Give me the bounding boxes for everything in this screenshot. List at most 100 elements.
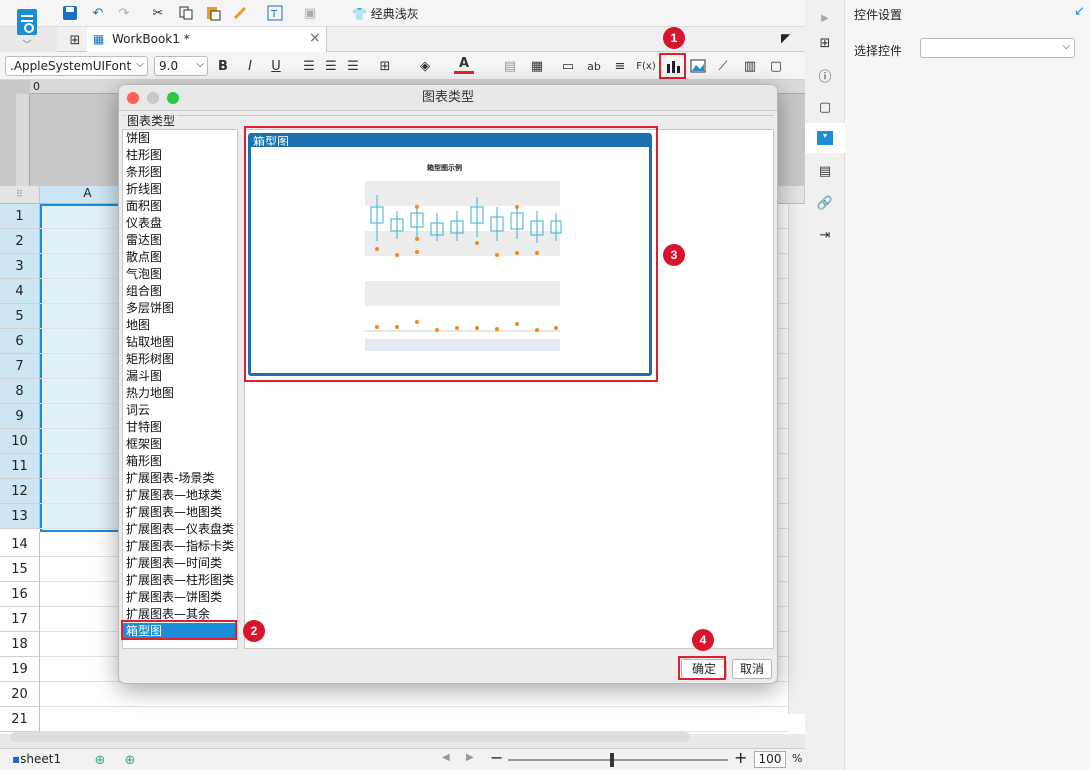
- formula-button[interactable]: F(x): [634, 56, 658, 76]
- fill-color-icon[interactable]: ◈: [415, 56, 435, 76]
- chart-type-item[interactable]: 扩展图表—指标卡类: [123, 538, 237, 555]
- chart-type-item[interactable]: 气泡图: [123, 266, 237, 283]
- align-left-icon[interactable]: ☰: [299, 56, 319, 76]
- row-header[interactable]: 19: [0, 657, 40, 682]
- row-header[interactable]: 3: [0, 254, 40, 279]
- add-sheet-icon[interactable]: ⊕: [90, 750, 110, 770]
- chart-type-item[interactable]: 甘特图: [123, 419, 237, 436]
- chart-type-item[interactable]: 箱形图: [123, 453, 237, 470]
- chart-type-item[interactable]: 扩展图表—饼图类: [123, 589, 237, 606]
- add-report-icon[interactable]: ⊕: [120, 750, 140, 770]
- collapse-icon[interactable]: ↙: [1074, 4, 1085, 19]
- row-header[interactable]: 9: [0, 404, 40, 429]
- chart-type-item[interactable]: 多层饼图: [123, 300, 237, 317]
- stack-icon[interactable]: ▤: [815, 161, 835, 181]
- chart-type-item[interactable]: 组合图: [123, 283, 237, 300]
- cancel-button[interactable]: 取消: [732, 659, 772, 679]
- chart-type-item[interactable]: 柱形图: [123, 147, 237, 164]
- link-icon[interactable]: 🔗: [815, 193, 835, 213]
- diagonal-icon[interactable]: ⟋: [713, 56, 733, 76]
- redo-icon[interactable]: ↷: [114, 3, 134, 23]
- underline-button[interactable]: U: [266, 56, 286, 76]
- tab-menu-icon[interactable]: ◤: [781, 31, 790, 45]
- chart-type-item[interactable]: 扩展图表—地球类: [123, 487, 237, 504]
- minimize-window-icon[interactable]: [147, 92, 159, 104]
- row-header[interactable]: 11: [0, 454, 40, 479]
- zoom-slider[interactable]: [508, 753, 728, 767]
- layout-icon[interactable]: ⊞: [815, 33, 835, 53]
- row-header[interactable]: 12: [0, 479, 40, 504]
- font-select[interactable]: .AppleSystemUIFont ⌵: [5, 56, 148, 76]
- merge-icon[interactable]: ▤: [500, 56, 520, 76]
- row-header[interactable]: 18: [0, 632, 40, 657]
- chart-type-item[interactable]: 扩展图表—地图类: [123, 504, 237, 521]
- row-header[interactable]: 10: [0, 429, 40, 454]
- line-icon[interactable]: ▭: [558, 56, 578, 76]
- sheet-tab[interactable]: ▪sheet1: [12, 752, 61, 766]
- corner-cell[interactable]: ⠿: [0, 186, 40, 204]
- text-color-icon[interactable]: A: [454, 56, 474, 74]
- row-header[interactable]: 7: [0, 354, 40, 379]
- row-header[interactable]: 15: [0, 557, 40, 582]
- paste-icon[interactable]: [203, 3, 223, 23]
- row-header[interactable]: 8: [0, 379, 40, 404]
- maximize-window-icon[interactable]: [167, 92, 179, 104]
- row-header[interactable]: 1: [0, 204, 40, 229]
- horizontal-scrollbar[interactable]: [10, 732, 690, 742]
- zoom-input[interactable]: 100: [754, 751, 786, 768]
- border-icon[interactable]: ⊞: [375, 56, 395, 76]
- chart-type-item[interactable]: 仪表盘: [123, 215, 237, 232]
- zoom-in-icon[interactable]: +: [734, 748, 747, 767]
- chart-type-item[interactable]: 饼图: [123, 130, 237, 147]
- text-frame-icon[interactable]: T: [265, 3, 285, 23]
- template-icon[interactable]: ▣: [300, 3, 320, 23]
- row-header[interactable]: 17: [0, 607, 40, 632]
- row-header[interactable]: 6: [0, 329, 40, 354]
- scroll-left-icon[interactable]: ◀: [442, 752, 450, 763]
- chart-type-item[interactable]: 扩展图表—时间类: [123, 555, 237, 572]
- row-header[interactable]: 20: [0, 682, 40, 707]
- paper-icon[interactable]: ▥: [740, 56, 760, 76]
- expand-icon[interactable]: ▶: [815, 8, 835, 28]
- bold-button[interactable]: B: [213, 56, 233, 76]
- row-header[interactable]: 13: [0, 504, 40, 529]
- chart-type-item[interactable]: 钻取地图: [123, 334, 237, 351]
- wrap-icon[interactable]: ≡: [610, 56, 630, 76]
- save-icon[interactable]: [60, 3, 80, 23]
- image-icon[interactable]: [688, 56, 708, 76]
- tab-workbook1[interactable]: ▦ WorkBook1 * ×: [87, 27, 327, 52]
- grid-icon[interactable]: ⊞: [65, 30, 85, 50]
- frame-icon[interactable]: ▢: [815, 97, 835, 117]
- info-icon[interactable]: ⓘ: [815, 65, 835, 85]
- align-right-icon[interactable]: ☰: [343, 56, 363, 76]
- chart-type-item[interactable]: 框架图: [123, 436, 237, 453]
- zoom-out-icon[interactable]: −: [490, 748, 503, 767]
- copy-icon[interactable]: [176, 3, 196, 23]
- format-brush-icon[interactable]: [230, 3, 250, 23]
- chart-type-item[interactable]: 词云: [123, 402, 237, 419]
- text-ab-button[interactable]: ab: [584, 56, 604, 76]
- row-header[interactable]: 2: [0, 229, 40, 254]
- chart-type-item[interactable]: 雷达图: [123, 232, 237, 249]
- chart-type-item[interactable]: 热力地图: [123, 385, 237, 402]
- row-header[interactable]: 5: [0, 304, 40, 329]
- chart-type-item[interactable]: 散点图: [123, 249, 237, 266]
- chart-type-item[interactable]: 扩展图表-场景类: [123, 470, 237, 487]
- chart-type-list[interactable]: 饼图 柱形图 条形图 折线图 面积图 仪表盘 雷达图 散点图 气泡图 组合图 多层饼图 地图 钻取地图矩…: [122, 129, 238, 649]
- close-tab-icon[interactable]: ×: [309, 30, 321, 46]
- border-frame-icon[interactable]: ▢: [766, 56, 786, 76]
- select-control-dropdown[interactable]: ⌵: [920, 38, 1075, 58]
- theme-selector[interactable]: 👕 经典浅灰: [352, 5, 419, 22]
- align-center-icon[interactable]: ☰: [321, 56, 341, 76]
- row-header[interactable]: 14: [0, 532, 40, 557]
- chart-type-item[interactable]: 条形图: [123, 164, 237, 181]
- vertical-scrollbar[interactable]: [788, 204, 805, 714]
- font-size-select[interactable]: 9.0 ⌵: [154, 56, 208, 76]
- chart-type-item[interactable]: 矩形树图: [123, 351, 237, 368]
- row-header[interactable]: 16: [0, 582, 40, 607]
- table-icon[interactable]: ▦: [527, 56, 547, 76]
- chart-type-item[interactable]: 漏斗图: [123, 368, 237, 385]
- row-header[interactable]: 21: [0, 707, 40, 732]
- close-window-icon[interactable]: [127, 92, 139, 104]
- chart-type-item[interactable]: 扩展图表—柱形图类: [123, 572, 237, 589]
